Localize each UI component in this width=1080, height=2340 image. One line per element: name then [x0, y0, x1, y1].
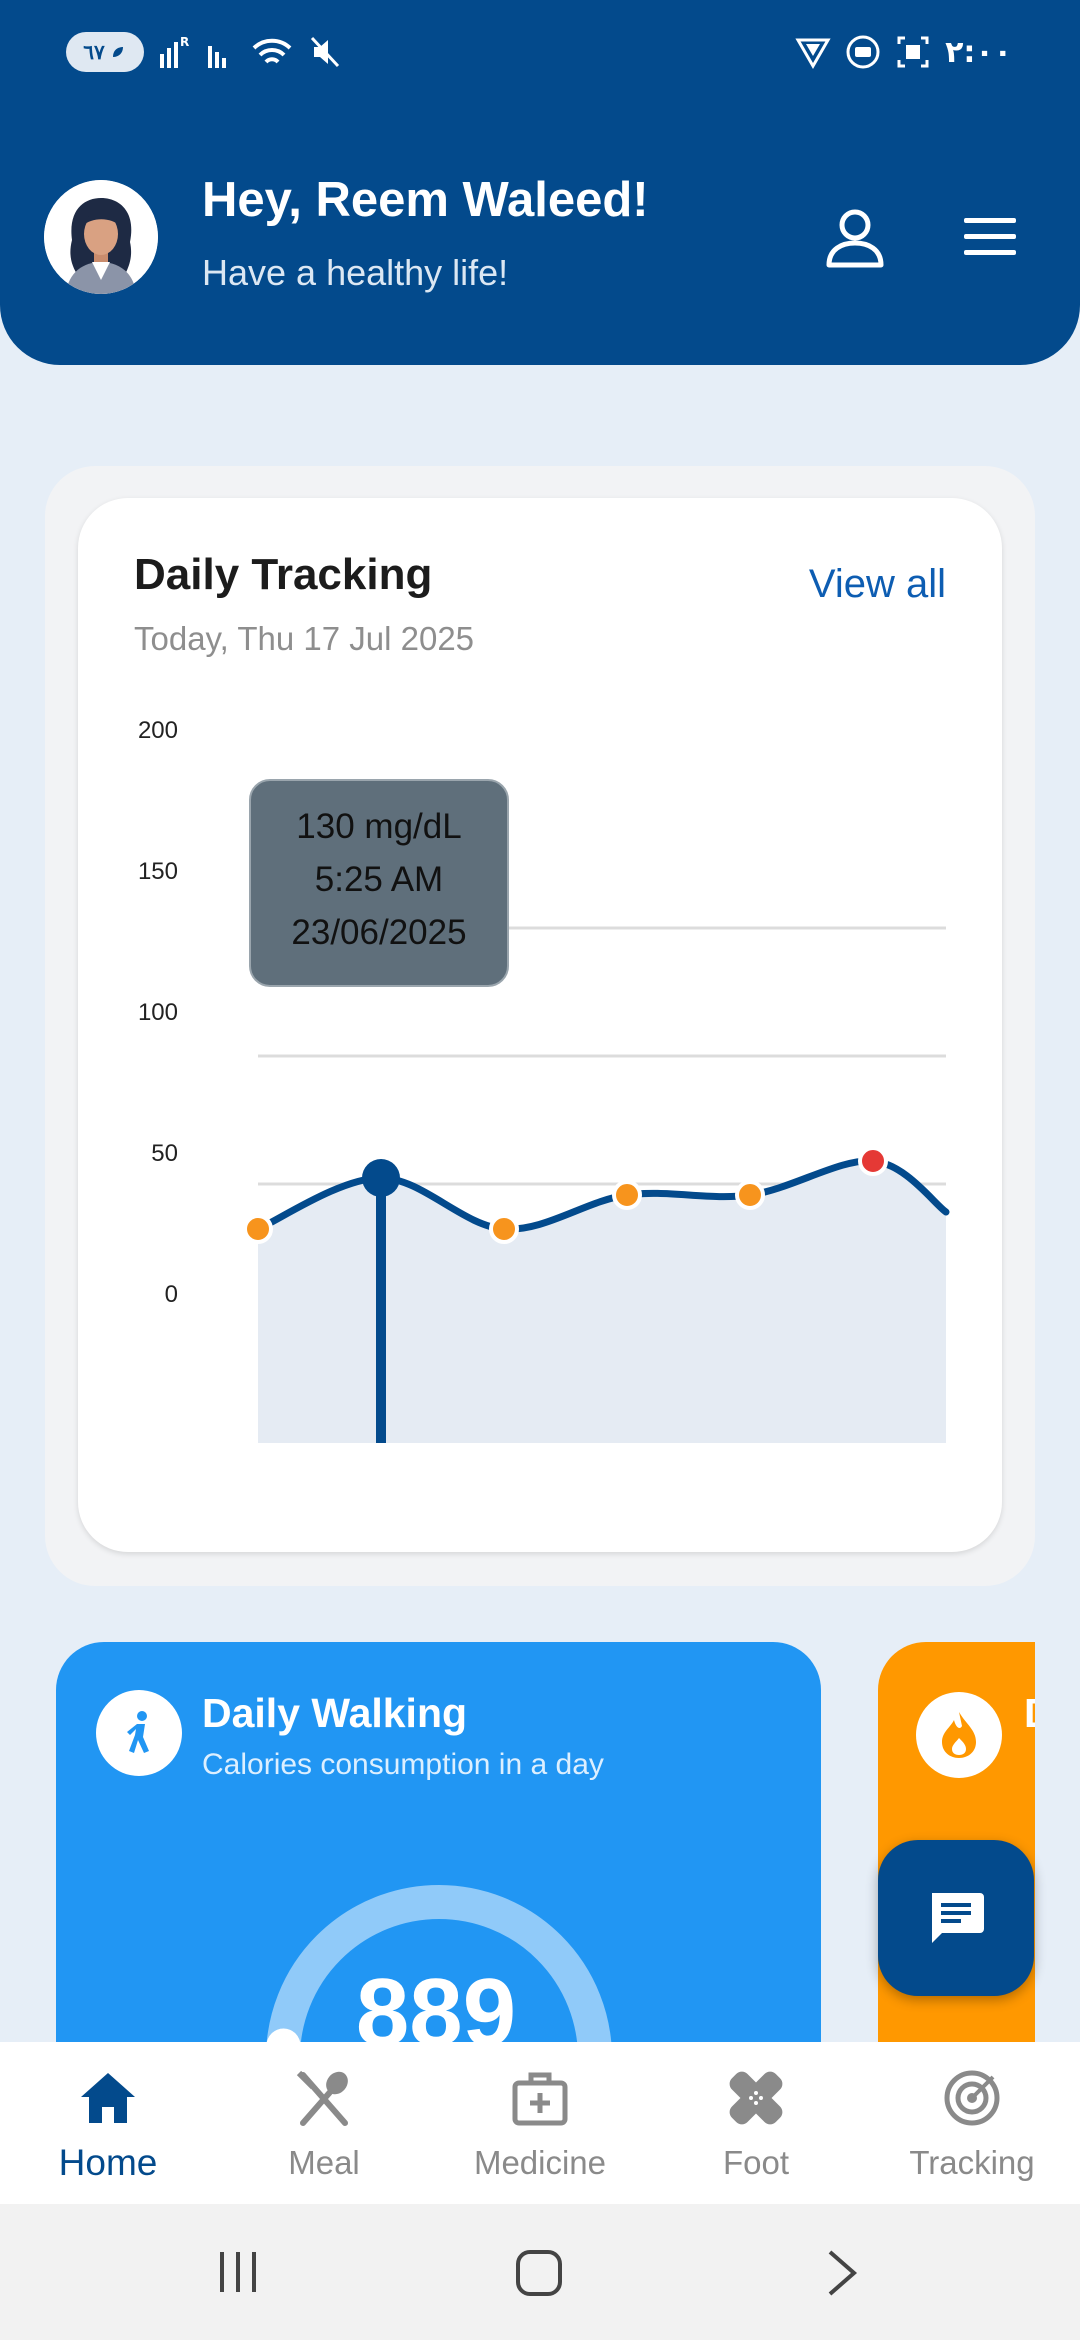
daily-tracking-card[interactable]: Daily Tracking Today, Thu 17 Jul 2025 Vi…	[78, 498, 1002, 1552]
status-bar: ٦٧ R ٢:٠٠	[0, 0, 1080, 100]
glucose-chart[interactable]: 200 150 100 50 0 130 mg/dL 5:25 AM 23/06/202…	[78, 688, 1002, 1508]
app-header: ٦٧ R ٢:٠٠ Hey, Reem Waleed! Have a healt…	[0, 0, 1080, 365]
walking-value: 889	[355, 1959, 517, 2042]
nav-label-meal: Meal	[288, 2144, 360, 2181]
tooltip-time: 5:25 AM	[315, 860, 443, 899]
signal-icon: R	[160, 35, 189, 68]
nav-item-tracking[interactable]: Tracking	[864, 2042, 1080, 2204]
data-point[interactable]	[243, 1214, 273, 1244]
daily-walking-card[interactable]: Daily Walking Calories consumption in a …	[56, 1642, 821, 2042]
y-tick-label: 0	[165, 1281, 178, 1308]
greeting-title: Hey, Reem Waleed!	[202, 173, 649, 227]
screenshot-icon	[897, 36, 929, 68]
signal-icon-2	[208, 46, 226, 68]
chart-tooltip: 130 mg/dL 5:25 AM 23/06/2025	[249, 779, 509, 987]
calories-title: D	[1024, 1690, 1035, 1737]
wifi-icon	[252, 38, 292, 64]
bandage-icon	[724, 2066, 788, 2130]
data-point[interactable]	[735, 1180, 765, 1210]
y-tick-label: 50	[151, 1140, 178, 1167]
nav-label-tracking: Tracking	[909, 2144, 1035, 2181]
walking-subtitle: Calories consumption in a day	[202, 1748, 604, 1781]
bottom-nav: Home Meal Medicine Foot Tracking	[0, 2042, 1080, 2204]
data-point[interactable]	[362, 1159, 400, 1197]
nav-item-medicine[interactable]: Medicine	[432, 2042, 648, 2204]
mute-icon	[310, 36, 340, 68]
medkit-icon	[508, 2066, 572, 2130]
card-date: Today, Thu 17 Jul 2025	[134, 620, 475, 657]
system-nav-bar	[0, 2204, 1080, 2340]
data-point[interactable]	[489, 1214, 519, 1244]
vpn-icon	[795, 38, 831, 70]
recent-apps-icon[interactable]	[214, 2248, 262, 2296]
walking-person-icon	[96, 1690, 182, 1776]
chat-button[interactable]	[878, 1840, 1034, 1996]
walking-title: Daily Walking	[202, 1690, 468, 1736]
nav-label-foot: Foot	[722, 2144, 790, 2181]
nav-item-meal[interactable]: Meal	[216, 2042, 432, 2204]
clock: ٢:٠٠	[945, 34, 1012, 70]
fire-icon	[916, 1692, 1002, 1778]
y-tick-label: 100	[138, 999, 178, 1026]
nav-item-foot[interactable]: Foot	[648, 2042, 864, 2204]
tooltip-date: 23/06/2025	[291, 913, 466, 952]
y-tick-label: 200	[138, 717, 178, 744]
data-point[interactable]	[858, 1146, 888, 1176]
home-icon	[76, 2066, 140, 2130]
chat-icon	[932, 1893, 984, 1943]
tooltip-value: 130 mg/dL	[296, 807, 461, 846]
svg-text:R: R	[180, 35, 189, 49]
nav-label-home: Home	[58, 2142, 158, 2183]
greeting-subtitle: Have a healthy life!	[202, 252, 509, 293]
battery-saver-pill: ٦٧	[66, 32, 144, 72]
card-title: Daily Tracking	[134, 550, 433, 599]
back-icon[interactable]	[822, 2248, 862, 2298]
data-point[interactable]	[612, 1180, 642, 1210]
target-icon	[940, 2066, 1004, 2130]
money-icon	[846, 35, 880, 69]
pill-text: ٦٧	[83, 41, 105, 64]
y-tick-label: 150	[138, 858, 178, 885]
nav-item-home[interactable]: Home	[0, 2042, 216, 2204]
nav-label-medicine: Medicine	[473, 2144, 607, 2181]
home-system-icon[interactable]	[514, 2248, 564, 2298]
utensils-icon	[292, 2066, 356, 2130]
person-icon[interactable]	[824, 205, 886, 271]
view-all-link[interactable]: View all	[809, 562, 946, 607]
hamburger-menu-icon[interactable]	[960, 212, 1020, 262]
avatar[interactable]	[44, 180, 158, 294]
